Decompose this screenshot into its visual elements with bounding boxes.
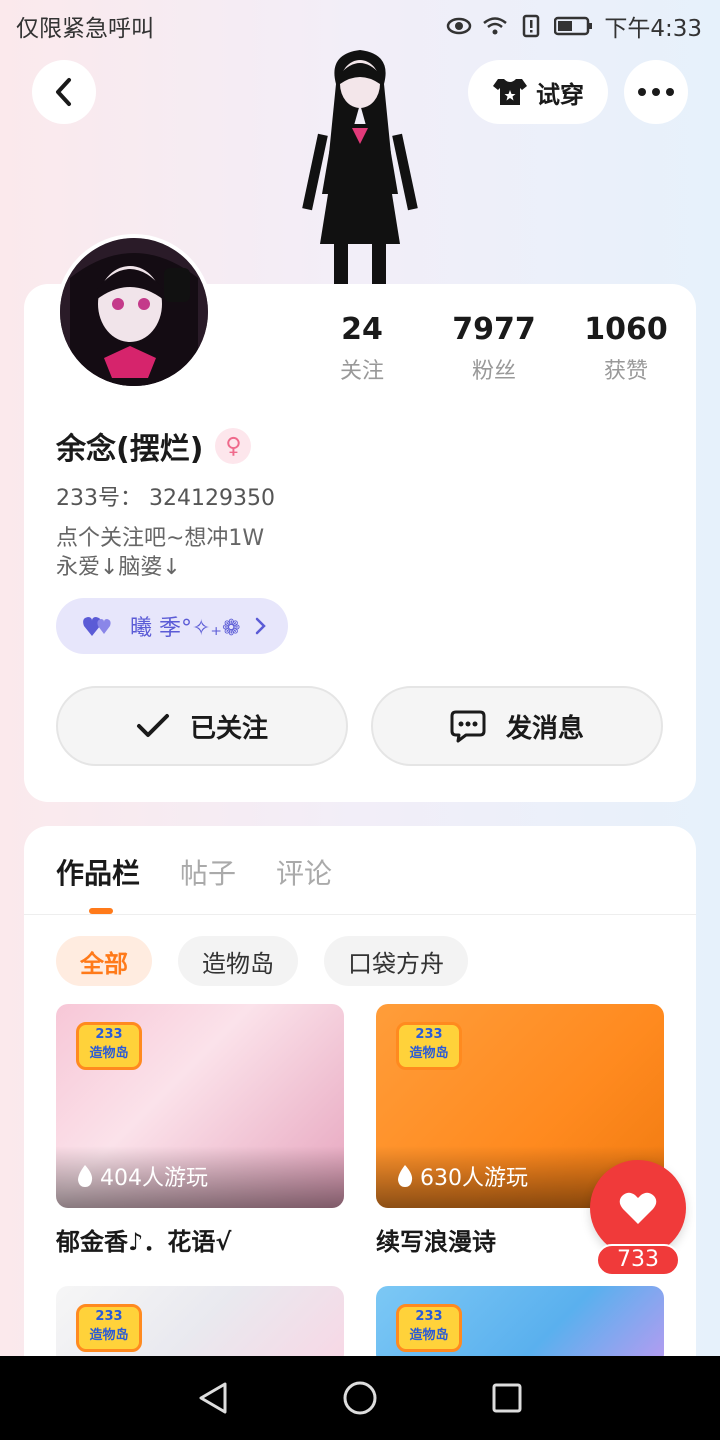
- system-nav-bar: [0, 1356, 720, 1440]
- work-title[interactable]: 郁金香♪．花语√: [56, 1222, 231, 1257]
- work-title[interactable]: 续写浪漫诗: [376, 1222, 496, 1257]
- play-count-text: 404人游玩: [100, 1166, 208, 1191]
- nav-recents-icon[interactable]: [491, 1382, 523, 1414]
- username: 余念(摆烂): [56, 432, 204, 467]
- profile-stats: 24 关注 7977 粉丝 1060 获赞: [296, 312, 692, 385]
- play-count-text: 630人游玩: [420, 1166, 528, 1191]
- chat-bubble-icon: [450, 710, 486, 743]
- nav-back-icon[interactable]: [197, 1381, 229, 1415]
- logo-text-bottom: 造物岛: [409, 1046, 449, 1061]
- work-card[interactable]: 233 造物岛: [56, 1286, 344, 1366]
- username-row: 余念(摆烂) ♀: [56, 424, 252, 468]
- chip-creation-island[interactable]: 造物岛: [178, 936, 298, 986]
- nav-home-icon[interactable]: [342, 1380, 378, 1416]
- heart-icon: [619, 1192, 657, 1224]
- flame-icon: [398, 1165, 413, 1187]
- send-message-button[interactable]: 发消息: [371, 686, 663, 766]
- tshirt-icon: [493, 79, 527, 105]
- alert-icon: [523, 14, 540, 38]
- logo-text-top: 233: [95, 1027, 123, 1042]
- stat-label: 粉丝: [471, 359, 516, 384]
- tabs-divider: [24, 914, 696, 915]
- battery-icon: [554, 16, 593, 36]
- stat-likes[interactable]: 1060 获赞: [560, 312, 692, 385]
- bio-line: 永爱↓脑婆↓: [56, 555, 181, 580]
- stat-following[interactable]: 24 关注: [296, 312, 428, 385]
- more-dots-icon: [638, 88, 674, 96]
- user-id: 233号： 324129350: [56, 486, 275, 511]
- hearts-icon: [83, 617, 111, 636]
- status-icons: 下午4:33: [446, 9, 702, 43]
- avatar[interactable]: [56, 234, 212, 390]
- logo-text-bottom: 造物岛: [89, 1046, 129, 1061]
- status-bar: 仅限紧急呼叫 下午4:33: [0, 0, 720, 50]
- female-gender-icon: ♀: [215, 428, 252, 464]
- logo-text-top: 233: [95, 1309, 123, 1324]
- like-count: 733: [596, 1244, 680, 1276]
- creation-island-logo: 233 造物岛: [76, 1022, 142, 1070]
- clock: 下午4:33: [604, 16, 702, 42]
- logo-text-bottom: 造物岛: [89, 1328, 129, 1343]
- work-card[interactable]: 233 造物岛: [376, 1286, 664, 1366]
- family-badge-button[interactable]: 曦 季°✧₊❁: [56, 598, 288, 654]
- try-on-button[interactable]: 试穿: [468, 60, 608, 124]
- play-count: 404人游玩: [76, 1160, 208, 1192]
- wifi-icon: [483, 17, 508, 35]
- carrier-text: 仅限紧急呼叫: [16, 16, 154, 42]
- stat-followers[interactable]: 7977 粉丝: [428, 312, 560, 385]
- family-name: 曦 季°✧₊❁: [130, 616, 241, 641]
- chevron-right-icon: [256, 617, 267, 635]
- back-button[interactable]: [32, 60, 96, 124]
- eye-icon: [447, 17, 472, 35]
- works-tabs: 作品栏 帖子 评论: [56, 852, 332, 892]
- stat-number: 1060: [584, 312, 668, 347]
- followed-label: 已关注: [189, 713, 268, 744]
- logo-text-bottom: 造物岛: [409, 1328, 449, 1343]
- bio: 点个关注吧~想冲1W 永爱↓脑婆↓: [56, 524, 264, 582]
- more-options-button[interactable]: [624, 60, 688, 124]
- bio-line: 点个关注吧~想冲1W: [56, 526, 265, 551]
- logo-text-top: 233: [415, 1027, 443, 1042]
- character-figure-image: [302, 50, 418, 284]
- chip-pocket-ark[interactable]: 口袋方舟: [324, 936, 468, 986]
- avatar-image: [60, 238, 208, 386]
- work-card-tulip[interactable]: 233 造物岛 404人游玩: [56, 1004, 344, 1208]
- tab-works[interactable]: 作品栏: [56, 852, 140, 892]
- flame-icon: [78, 1165, 93, 1187]
- try-on-label: 试穿: [536, 80, 584, 109]
- tab-posts[interactable]: 帖子: [180, 852, 236, 892]
- filter-chips: 全部 造物岛 口袋方舟: [56, 936, 468, 986]
- creation-island-logo: 233 造物岛: [396, 1022, 462, 1070]
- stat-label: 获赞: [603, 359, 648, 384]
- tab-comments[interactable]: 评论: [276, 852, 332, 892]
- play-count: 630人游玩: [396, 1160, 528, 1192]
- creation-island-logo: 233 造物岛: [396, 1304, 462, 1352]
- like-button[interactable]: [590, 1160, 686, 1256]
- stat-number: 24: [341, 312, 383, 347]
- creation-island-logo: 233 造物岛: [76, 1304, 142, 1352]
- followed-button[interactable]: 已关注: [56, 686, 348, 766]
- check-icon: [136, 714, 169, 737]
- logo-text-top: 233: [415, 1309, 443, 1324]
- message-label: 发消息: [505, 713, 584, 744]
- chevron-left-icon: [56, 78, 71, 106]
- stat-number: 7977: [452, 312, 536, 347]
- chip-all[interactable]: 全部: [56, 936, 152, 986]
- stat-label: 关注: [339, 359, 384, 384]
